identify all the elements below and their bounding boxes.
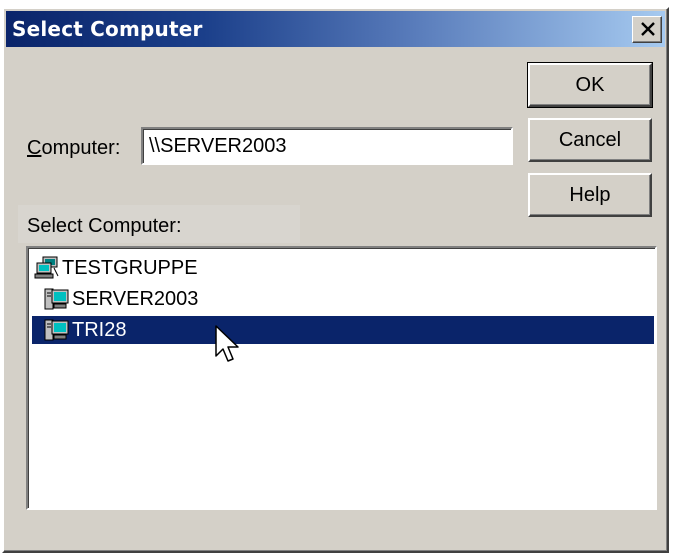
list-item-label: SERVER2003 [72, 288, 199, 310]
list-item-label: TRI28 [72, 319, 127, 341]
window-title: Select Computer [12, 17, 203, 41]
close-button[interactable] [632, 16, 662, 43]
list-item-label: TESTGRUPPE [62, 257, 198, 279]
cancel-button[interactable]: Cancel [528, 118, 652, 162]
help-button[interactable]: Help [528, 173, 652, 217]
computer-label: Computer: [27, 137, 121, 159]
title-bar[interactable]: Select Computer [6, 11, 665, 47]
computer-icon [44, 288, 69, 310]
select-computer-label: Select Computer: [27, 215, 182, 237]
close-icon [641, 22, 655, 36]
list-item-tri28-selected[interactable]: TRI28 [32, 316, 654, 344]
mouse-pointer-icon [215, 325, 239, 362]
computer-input[interactable]: \\SERVER2003 [141, 127, 513, 165]
computer-list[interactable]: TESTGRUPPE SERVER2003 TRI28 [26, 246, 657, 510]
workgroup-icon [34, 256, 59, 279]
computer-icon [44, 319, 69, 341]
ok-button[interactable]: OK [527, 62, 653, 108]
